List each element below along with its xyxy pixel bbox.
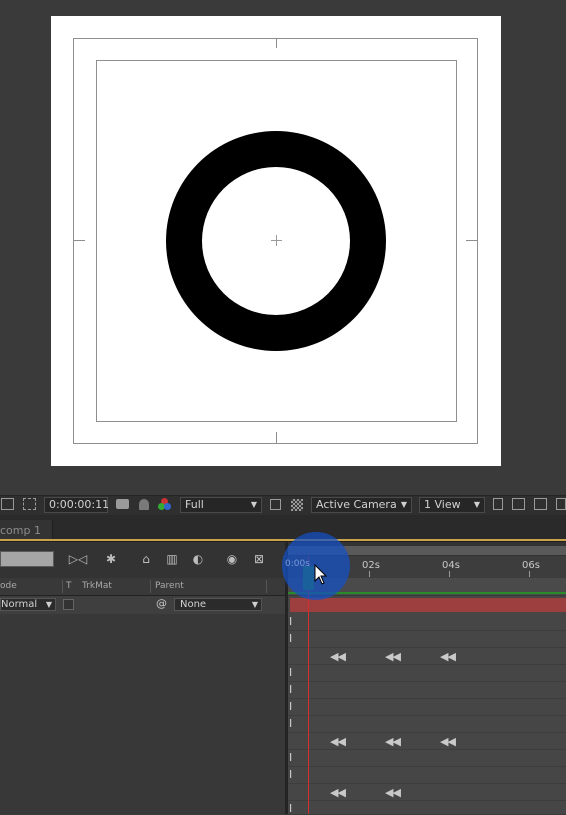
tab-divider (52, 520, 53, 539)
ruler-tick (449, 571, 450, 577)
brainstorm-icon[interactable]: ◉ (224, 551, 240, 567)
track-divider (288, 681, 566, 682)
in-point-marker-icon[interactable]: I (289, 802, 292, 815)
pick-whip-icon[interactable]: @ (156, 598, 168, 610)
keyframe-icon[interactable]: ◀◀ (440, 735, 456, 748)
track-divider (288, 715, 566, 716)
chevron-down-icon: ▼ (250, 500, 257, 509)
layer-duration-bar[interactable] (290, 598, 566, 612)
column-divider (62, 580, 63, 593)
shy-layers-icon[interactable]: ⌂ (138, 551, 154, 567)
fast-previews-icon[interactable] (270, 499, 281, 510)
trkmat-column-label: TrkMat (82, 581, 112, 591)
pixel-aspect-icon[interactable] (493, 498, 503, 510)
track-divider (288, 766, 566, 767)
in-point-marker-icon[interactable]: I (289, 700, 292, 713)
parent-column-label: Parent (155, 581, 184, 591)
in-point-marker-icon[interactable]: I (289, 751, 292, 764)
ruler-tick (369, 571, 370, 577)
safe-tick-right (466, 240, 478, 241)
timeline-track-area[interactable] (288, 596, 566, 814)
safe-tick-bottom (276, 432, 277, 444)
ruler-label-02s: 02s (362, 560, 380, 571)
keyframe-icon[interactable]: ◀◀ (385, 650, 401, 663)
chevron-down-icon: ▼ (45, 600, 52, 609)
keyframe-icon[interactable]: ◀◀ (440, 650, 456, 663)
layer-search-input[interactable] (0, 551, 54, 567)
timecode-display[interactable]: 0:00:00:11 (44, 497, 109, 513)
chevron-down-icon: ▼ (251, 600, 258, 609)
keyframe-icon[interactable]: ◀◀ (385, 786, 401, 799)
column-divider (266, 580, 267, 593)
in-point-marker-icon[interactable]: I (289, 615, 292, 628)
keyframe-icon[interactable]: ◀◀ (330, 786, 346, 799)
blend-mode-dropdown[interactable]: Normal ▼ (0, 598, 56, 611)
ruler-label-00s: 0:00s (285, 559, 310, 569)
exposure-icon[interactable] (556, 498, 566, 510)
track-divider (288, 783, 566, 784)
resolution-value: Full (185, 498, 204, 511)
view-layout-dropdown[interactable]: 1 View ▼ (419, 497, 485, 513)
timeline-tab-strip (0, 515, 566, 542)
comp-flowchart-icon[interactable] (534, 498, 547, 510)
column-divider (150, 580, 151, 593)
keyframe-icon[interactable]: ◀◀ (330, 650, 346, 663)
active-tab-underline (0, 539, 566, 541)
chevron-down-icon: ▼ (473, 500, 480, 509)
t-column-label: T (66, 581, 72, 591)
in-point-marker-icon[interactable]: I (289, 632, 292, 645)
graph-editor-icon[interactable]: ⊠ (251, 551, 267, 567)
toggle-transparency-grid-icon[interactable] (291, 499, 303, 511)
ruler-label-04s: 04s (442, 560, 460, 571)
timeline-icon[interactable] (512, 498, 525, 510)
center-crosshair-vertical (276, 235, 277, 246)
frame-blending-icon[interactable]: ▥ (164, 551, 180, 567)
keyframe-icon[interactable]: ◀◀ (385, 735, 401, 748)
track-divider (288, 664, 566, 665)
in-point-marker-icon[interactable]: I (289, 717, 292, 730)
transparency-grid-icon[interactable] (23, 498, 36, 510)
ruler-tick (529, 571, 530, 577)
track-divider (288, 800, 566, 801)
track-divider (288, 698, 566, 699)
region-of-interest-icon[interactable] (1, 498, 14, 510)
keyframe-icon[interactable]: ◀◀ (330, 735, 346, 748)
in-point-marker-icon[interactable]: I (289, 683, 292, 696)
blend-mode-value: Normal (1, 599, 38, 610)
safe-tick-left (73, 240, 85, 241)
channel-rgb-icon[interactable] (158, 498, 172, 511)
in-point-marker-icon[interactable]: I (289, 768, 292, 781)
mouse-pointer-icon (314, 564, 328, 585)
parent-value: None (180, 599, 207, 610)
track-divider (288, 647, 566, 648)
track-divider (288, 732, 566, 733)
mode-column-label: ode (0, 581, 17, 591)
ruler-label-06s: 06s (522, 560, 540, 571)
view-layout-value: 1 View (424, 498, 461, 511)
in-point-marker-icon[interactable]: I (289, 666, 292, 679)
camera-dropdown[interactable]: Active Camera ▼ (311, 497, 412, 513)
preserve-transparency-checkbox[interactable] (63, 599, 74, 610)
draft-3d-icon[interactable]: ✱ (103, 551, 119, 567)
chevron-down-icon: ▼ (400, 500, 407, 509)
tab-comp-1[interactable]: comp 1 (0, 520, 52, 541)
comp-mini-flowchart-icon[interactable]: ▷◁ (66, 551, 90, 567)
camera-value: Active Camera (316, 498, 397, 511)
layer-properties-panel (0, 614, 285, 814)
safe-tick-top (276, 38, 277, 48)
show-snapshot-icon[interactable] (139, 499, 149, 510)
track-divider (288, 630, 566, 631)
layer-column-header: ode T TrkMat Parent (0, 578, 285, 596)
resolution-dropdown[interactable]: Full ▼ (180, 497, 262, 513)
snapshot-camera-icon[interactable] (116, 499, 129, 509)
motion-blur-icon[interactable]: ◐ (190, 551, 206, 567)
track-divider (288, 749, 566, 750)
parent-dropdown[interactable]: None ▼ (174, 598, 262, 611)
